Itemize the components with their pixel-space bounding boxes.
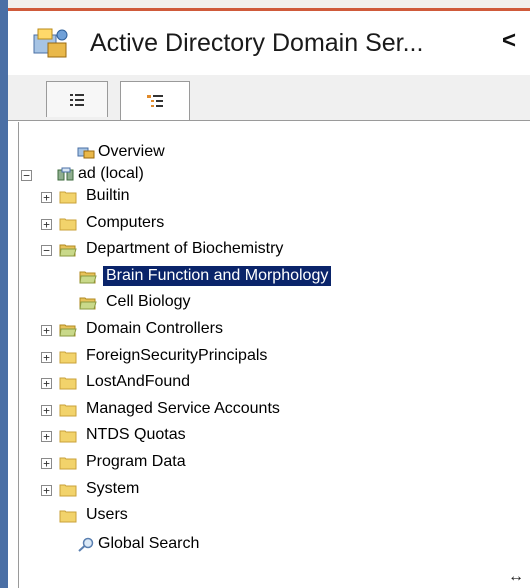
ad-snapin-icon [33,28,68,58]
view-tab-bar [8,75,530,121]
tab-bar-divider [8,120,530,121]
tree-item-label: ForeignSecurityPrincipals [86,346,268,364]
tree-item-label: System [86,479,140,497]
list-icon [70,93,84,106]
folder-icon [59,430,77,443]
folder-icon [59,404,77,417]
folder-icon [59,510,77,523]
collapse-pane-button[interactable]: < [502,27,516,55]
folder-icon [59,351,77,364]
folder-icon [59,457,77,470]
expand-toggle[interactable]: + [41,431,52,443]
folder-icon [59,218,77,231]
tree-item-label: Computers [86,213,165,231]
tree-icon [147,94,163,107]
expand-toggle[interactable]: + [41,404,52,416]
collapse-toggle[interactable]: − [41,245,52,257]
expand-toggle[interactable]: + [41,325,52,336]
tree-item-label: Overview [98,143,165,160]
folder-icon [59,324,77,337]
tree-item-label: LostAndFound [86,373,191,391]
tree-item-label: NTDS Quotas [86,426,186,444]
list-view-tab[interactable] [46,81,108,117]
folder-icon [59,244,77,257]
folder-icon [79,297,97,310]
expand-toggle[interactable]: + [41,218,52,230]
tree-item-label: Managed Service Accounts [86,399,280,417]
expand-toggle[interactable]: + [41,351,52,363]
tree-item-label: Cell Biology [106,293,191,311]
folder-icon [59,191,77,204]
tree-panel: Overview − ad (local) + Builtin + Computers… [18,122,519,588]
tree-item-label: Builtin [86,187,130,204]
expand-toggle[interactable]: + [41,458,52,469]
folder-icon [59,484,77,497]
expand-toggle[interactable]: + [41,192,52,203]
tree-item-label-selected: Brain Function and Morphology [103,265,332,286]
tree-item-label: Users [86,506,128,524]
search-icon [78,537,94,552]
resize-cursor: ↔ [508,568,524,585]
tree-item-label: Program Data [86,453,186,470]
expand-toggle[interactable]: + [41,378,52,390]
folder-icon [59,377,77,390]
overview-icon [77,147,95,159]
tree-view-tab[interactable] [120,81,190,121]
panel-header: Active Directory Domain Ser... < [8,11,530,75]
tree-item-label: Department of Biochemistry [86,240,284,258]
tree-item-label: Global Search [98,535,200,552]
domain-icon [57,167,74,181]
tree-item-label: ad (local) [78,165,144,182]
collapse-toggle[interactable]: − [21,170,32,181]
window-left-accent-bar [0,0,8,588]
folder-icon [79,271,97,284]
page-title: Active Directory Domain Ser... [90,29,424,57]
tree-item-label: Domain Controllers [86,320,223,337]
expand-toggle[interactable]: + [41,484,52,496]
